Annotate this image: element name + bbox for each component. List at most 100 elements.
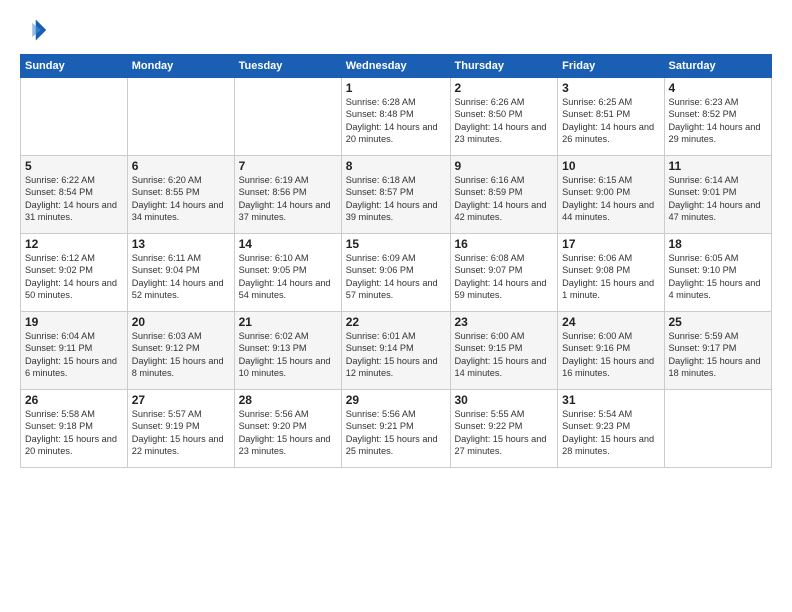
weekday-header-monday: Monday [127,55,234,78]
day-number: 10 [562,159,659,173]
weekday-header-saturday: Saturday [664,55,772,78]
calendar-cell: 12Sunrise: 6:12 AM Sunset: 9:02 PM Dayli… [21,234,128,312]
day-number: 15 [346,237,446,251]
calendar-cell: 13Sunrise: 6:11 AM Sunset: 9:04 PM Dayli… [127,234,234,312]
day-info: Sunrise: 6:01 AM Sunset: 9:14 PM Dayligh… [346,330,446,380]
week-row-3: 19Sunrise: 6:04 AM Sunset: 9:11 PM Dayli… [21,312,772,390]
day-info: Sunrise: 5:56 AM Sunset: 9:21 PM Dayligh… [346,408,446,458]
day-info: Sunrise: 6:19 AM Sunset: 8:56 PM Dayligh… [239,174,337,224]
day-number: 8 [346,159,446,173]
calendar-cell: 15Sunrise: 6:09 AM Sunset: 9:06 PM Dayli… [341,234,450,312]
day-number: 3 [562,81,659,95]
weekday-header-thursday: Thursday [450,55,558,78]
day-number: 19 [25,315,123,329]
day-info: Sunrise: 6:16 AM Sunset: 8:59 PM Dayligh… [455,174,554,224]
calendar-cell: 30Sunrise: 5:55 AM Sunset: 9:22 PM Dayli… [450,390,558,468]
day-info: Sunrise: 5:59 AM Sunset: 9:17 PM Dayligh… [669,330,768,380]
calendar-cell: 29Sunrise: 5:56 AM Sunset: 9:21 PM Dayli… [341,390,450,468]
day-number: 31 [562,393,659,407]
calendar-cell: 2Sunrise: 6:26 AM Sunset: 8:50 PM Daylig… [450,78,558,156]
calendar-cell: 16Sunrise: 6:08 AM Sunset: 9:07 PM Dayli… [450,234,558,312]
day-number: 7 [239,159,337,173]
week-row-4: 26Sunrise: 5:58 AM Sunset: 9:18 PM Dayli… [21,390,772,468]
day-number: 30 [455,393,554,407]
day-info: Sunrise: 6:26 AM Sunset: 8:50 PM Dayligh… [455,96,554,146]
day-info: Sunrise: 6:04 AM Sunset: 9:11 PM Dayligh… [25,330,123,380]
day-info: Sunrise: 6:25 AM Sunset: 8:51 PM Dayligh… [562,96,659,146]
day-number: 28 [239,393,337,407]
day-info: Sunrise: 5:54 AM Sunset: 9:23 PM Dayligh… [562,408,659,458]
page: SundayMondayTuesdayWednesdayThursdayFrid… [0,0,792,612]
calendar-cell [234,78,341,156]
calendar-cell: 10Sunrise: 6:15 AM Sunset: 9:00 PM Dayli… [558,156,664,234]
day-info: Sunrise: 6:11 AM Sunset: 9:04 PM Dayligh… [132,252,230,302]
week-row-2: 12Sunrise: 6:12 AM Sunset: 9:02 PM Dayli… [21,234,772,312]
calendar-cell: 14Sunrise: 6:10 AM Sunset: 9:05 PM Dayli… [234,234,341,312]
calendar-cell: 7Sunrise: 6:19 AM Sunset: 8:56 PM Daylig… [234,156,341,234]
calendar-cell: 31Sunrise: 5:54 AM Sunset: 9:23 PM Dayli… [558,390,664,468]
day-number: 6 [132,159,230,173]
logo-icon [20,16,48,44]
calendar-cell: 21Sunrise: 6:02 AM Sunset: 9:13 PM Dayli… [234,312,341,390]
weekday-header-sunday: Sunday [21,55,128,78]
day-info: Sunrise: 6:28 AM Sunset: 8:48 PM Dayligh… [346,96,446,146]
day-number: 2 [455,81,554,95]
day-number: 17 [562,237,659,251]
calendar-cell: 26Sunrise: 5:58 AM Sunset: 9:18 PM Dayli… [21,390,128,468]
day-info: Sunrise: 6:14 AM Sunset: 9:01 PM Dayligh… [669,174,768,224]
calendar-cell: 18Sunrise: 6:05 AM Sunset: 9:10 PM Dayli… [664,234,772,312]
day-number: 29 [346,393,446,407]
day-number: 11 [669,159,768,173]
day-info: Sunrise: 6:22 AM Sunset: 8:54 PM Dayligh… [25,174,123,224]
calendar-cell [21,78,128,156]
day-number: 5 [25,159,123,173]
day-info: Sunrise: 5:57 AM Sunset: 9:19 PM Dayligh… [132,408,230,458]
day-number: 25 [669,315,768,329]
calendar-cell: 11Sunrise: 6:14 AM Sunset: 9:01 PM Dayli… [664,156,772,234]
day-info: Sunrise: 6:09 AM Sunset: 9:06 PM Dayligh… [346,252,446,302]
calendar-cell: 22Sunrise: 6:01 AM Sunset: 9:14 PM Dayli… [341,312,450,390]
calendar-cell: 8Sunrise: 6:18 AM Sunset: 8:57 PM Daylig… [341,156,450,234]
header [20,16,772,44]
day-number: 12 [25,237,123,251]
day-info: Sunrise: 5:56 AM Sunset: 9:20 PM Dayligh… [239,408,337,458]
day-number: 1 [346,81,446,95]
week-row-0: 1Sunrise: 6:28 AM Sunset: 8:48 PM Daylig… [21,78,772,156]
calendar-cell: 3Sunrise: 6:25 AM Sunset: 8:51 PM Daylig… [558,78,664,156]
weekday-header-friday: Friday [558,55,664,78]
weekday-header-tuesday: Tuesday [234,55,341,78]
calendar-cell [664,390,772,468]
day-number: 16 [455,237,554,251]
day-number: 27 [132,393,230,407]
day-info: Sunrise: 5:58 AM Sunset: 9:18 PM Dayligh… [25,408,123,458]
day-number: 22 [346,315,446,329]
calendar-cell: 27Sunrise: 5:57 AM Sunset: 9:19 PM Dayli… [127,390,234,468]
calendar-cell: 9Sunrise: 6:16 AM Sunset: 8:59 PM Daylig… [450,156,558,234]
day-number: 23 [455,315,554,329]
day-info: Sunrise: 6:06 AM Sunset: 9:08 PM Dayligh… [562,252,659,302]
calendar-cell [127,78,234,156]
day-info: Sunrise: 6:00 AM Sunset: 9:15 PM Dayligh… [455,330,554,380]
weekday-header-row: SundayMondayTuesdayWednesdayThursdayFrid… [21,55,772,78]
calendar-cell: 1Sunrise: 6:28 AM Sunset: 8:48 PM Daylig… [341,78,450,156]
week-row-1: 5Sunrise: 6:22 AM Sunset: 8:54 PM Daylig… [21,156,772,234]
day-info: Sunrise: 6:00 AM Sunset: 9:16 PM Dayligh… [562,330,659,380]
day-info: Sunrise: 6:18 AM Sunset: 8:57 PM Dayligh… [346,174,446,224]
day-number: 18 [669,237,768,251]
calendar-cell: 4Sunrise: 6:23 AM Sunset: 8:52 PM Daylig… [664,78,772,156]
day-number: 20 [132,315,230,329]
calendar-cell: 23Sunrise: 6:00 AM Sunset: 9:15 PM Dayli… [450,312,558,390]
day-number: 4 [669,81,768,95]
calendar-cell: 5Sunrise: 6:22 AM Sunset: 8:54 PM Daylig… [21,156,128,234]
weekday-header-wednesday: Wednesday [341,55,450,78]
calendar: SundayMondayTuesdayWednesdayThursdayFrid… [20,54,772,468]
day-info: Sunrise: 6:08 AM Sunset: 9:07 PM Dayligh… [455,252,554,302]
day-info: Sunrise: 6:12 AM Sunset: 9:02 PM Dayligh… [25,252,123,302]
calendar-cell: 17Sunrise: 6:06 AM Sunset: 9:08 PM Dayli… [558,234,664,312]
day-info: Sunrise: 6:23 AM Sunset: 8:52 PM Dayligh… [669,96,768,146]
day-info: Sunrise: 6:02 AM Sunset: 9:13 PM Dayligh… [239,330,337,380]
day-number: 14 [239,237,337,251]
calendar-cell: 20Sunrise: 6:03 AM Sunset: 9:12 PM Dayli… [127,312,234,390]
day-number: 9 [455,159,554,173]
day-number: 13 [132,237,230,251]
